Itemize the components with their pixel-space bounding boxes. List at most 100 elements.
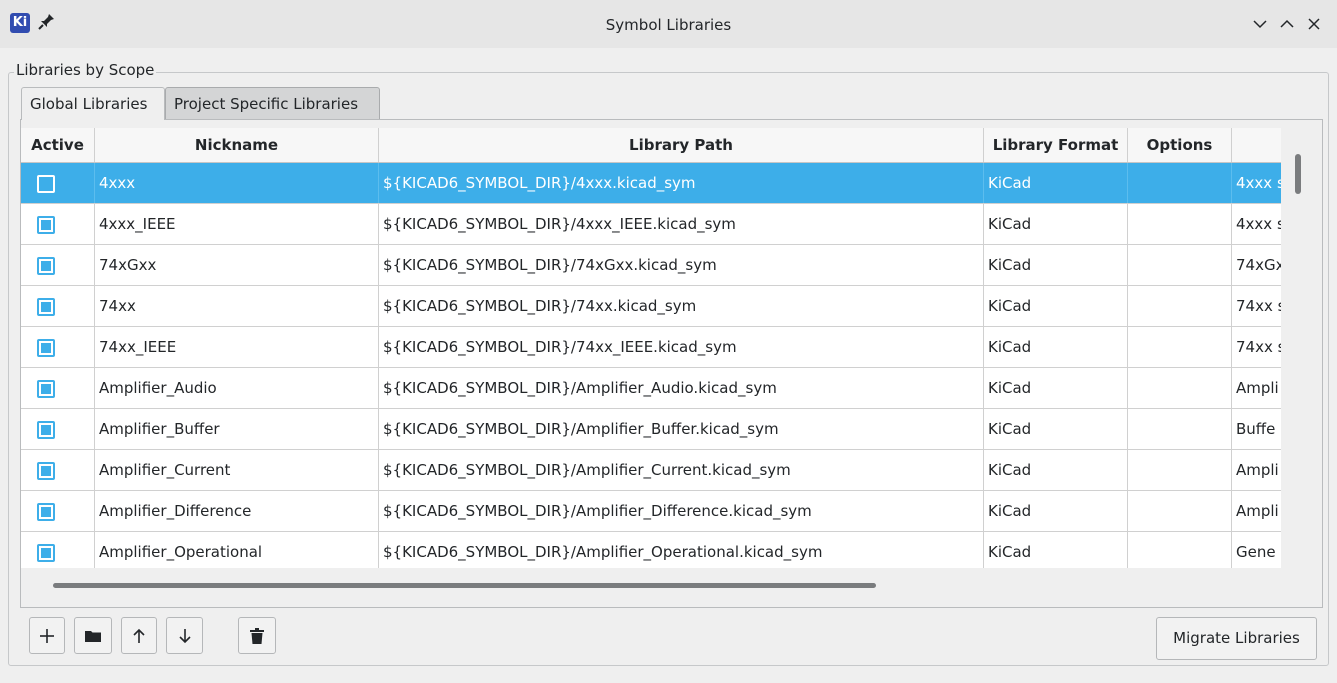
- active-checkbox[interactable]: [37, 339, 55, 357]
- active-checkbox[interactable]: [37, 544, 55, 562]
- cell-options[interactable]: [1128, 450, 1232, 490]
- cell-library-path[interactable]: ${KICAD6_SYMBOL_DIR}/4xxx.kicad_sym: [379, 163, 984, 203]
- cell-options[interactable]: [1128, 204, 1232, 244]
- cell-active: [21, 327, 95, 367]
- group-label: Libraries by Scope: [14, 61, 157, 79]
- column-header-active[interactable]: Active: [21, 128, 95, 162]
- cell-library-path[interactable]: ${KICAD6_SYMBOL_DIR}/74xx.kicad_sym: [379, 286, 984, 326]
- cell-description[interactable]: Buffe: [1232, 409, 1281, 449]
- browse-library-button[interactable]: [74, 617, 112, 654]
- vertical-scrollbar[interactable]: [1295, 154, 1301, 194]
- table-row[interactable]: 74xx_IEEE ${KICAD6_SYMBOL_DIR}/74xx_IEEE.…: [21, 327, 1281, 368]
- active-checkbox[interactable]: [37, 462, 55, 480]
- table-row[interactable]: Amplifier_Operational ${KICAD6_SYMBOL_DIR…: [21, 532, 1281, 568]
- cell-nickname[interactable]: 4xxx_IEEE: [95, 204, 379, 244]
- move-down-button[interactable]: [166, 617, 203, 654]
- cell-library-format[interactable]: KiCad: [984, 204, 1128, 244]
- active-checkbox[interactable]: [37, 298, 55, 316]
- cell-nickname[interactable]: 74xGxx: [95, 245, 379, 285]
- library-table: Active Nickname Library Path Library For…: [21, 128, 1281, 568]
- table-header: Active Nickname Library Path Library For…: [21, 128, 1281, 163]
- column-header-library-format[interactable]: Library Format: [984, 128, 1128, 162]
- cell-description[interactable]: Ampli: [1232, 368, 1281, 408]
- cell-description[interactable]: 74xx s: [1232, 286, 1281, 326]
- cell-library-path[interactable]: ${KICAD6_SYMBOL_DIR}/Amplifier_Differenc…: [379, 491, 984, 531]
- table-row[interactable]: Amplifier_Difference ${KICAD6_SYMBOL_DIR}…: [21, 491, 1281, 532]
- cell-nickname[interactable]: 74xx_IEEE: [95, 327, 379, 367]
- cell-description[interactable]: 74xGx: [1232, 245, 1281, 285]
- cell-nickname[interactable]: Amplifier_Operational: [95, 532, 379, 568]
- cell-options[interactable]: [1128, 491, 1232, 531]
- cell-active: [21, 409, 95, 449]
- cell-library-path[interactable]: ${KICAD6_SYMBOL_DIR}/Amplifier_Buffer.ki…: [379, 409, 984, 449]
- cell-description[interactable]: 74xx s: [1232, 327, 1281, 367]
- column-header-options[interactable]: Options: [1128, 128, 1232, 162]
- cell-options[interactable]: [1128, 532, 1232, 568]
- cell-active: [21, 163, 95, 203]
- table-row[interactable]: Amplifier_Buffer ${KICAD6_SYMBOL_DIR}/Amp…: [21, 409, 1281, 450]
- cell-library-format[interactable]: KiCad: [984, 491, 1128, 531]
- cell-active: [21, 204, 95, 244]
- cell-description[interactable]: Ampli: [1232, 450, 1281, 490]
- cell-library-format[interactable]: KiCad: [984, 450, 1128, 490]
- cell-options[interactable]: [1128, 245, 1232, 285]
- move-up-button[interactable]: [121, 617, 157, 654]
- cell-options[interactable]: [1128, 368, 1232, 408]
- active-checkbox[interactable]: [37, 216, 55, 234]
- cell-library-path[interactable]: ${KICAD6_SYMBOL_DIR}/Amplifier_Current.k…: [379, 450, 984, 490]
- cell-library-format[interactable]: KiCad: [984, 532, 1128, 568]
- active-checkbox[interactable]: [37, 503, 55, 521]
- cell-library-path[interactable]: ${KICAD6_SYMBOL_DIR}/4xxx_IEEE.kicad_sym: [379, 204, 984, 244]
- cell-options[interactable]: [1128, 286, 1232, 326]
- cell-options[interactable]: [1128, 327, 1232, 367]
- remove-library-button[interactable]: [238, 617, 276, 654]
- cell-nickname[interactable]: Amplifier_Current: [95, 450, 379, 490]
- cell-nickname[interactable]: 4xxx: [95, 163, 379, 203]
- table-row[interactable]: 4xxx ${KICAD6_SYMBOL_DIR}/4xxx.kicad_sym K…: [21, 163, 1281, 204]
- active-checkbox[interactable]: [37, 175, 55, 193]
- active-checkbox[interactable]: [37, 421, 55, 439]
- cell-description[interactable]: Gene: [1232, 532, 1281, 568]
- cell-nickname[interactable]: Amplifier_Audio: [95, 368, 379, 408]
- cell-active: [21, 245, 95, 285]
- column-header-description[interactable]: [1232, 128, 1281, 162]
- cell-library-format[interactable]: KiCad: [984, 368, 1128, 408]
- cell-library-path[interactable]: ${KICAD6_SYMBOL_DIR}/74xx_IEEE.kicad_sym: [379, 327, 984, 367]
- cell-library-format[interactable]: KiCad: [984, 327, 1128, 367]
- maximize-icon[interactable]: [1277, 14, 1297, 34]
- cell-nickname[interactable]: Amplifier_Buffer: [95, 409, 379, 449]
- tab-project-specific-libraries[interactable]: Project Specific Libraries: [165, 87, 380, 120]
- cell-library-format[interactable]: KiCad: [984, 163, 1128, 203]
- active-checkbox[interactable]: [37, 380, 55, 398]
- table-row[interactable]: Amplifier_Audio ${KICAD6_SYMBOL_DIR}/Ampl…: [21, 368, 1281, 409]
- window-title: Symbol Libraries: [605, 16, 732, 34]
- cell-nickname[interactable]: 74xx: [95, 286, 379, 326]
- cell-options[interactable]: [1128, 409, 1232, 449]
- migrate-libraries-button[interactable]: Migrate Libraries: [1156, 617, 1317, 660]
- cell-description[interactable]: 4xxx s: [1232, 204, 1281, 244]
- trash-icon: [250, 627, 264, 644]
- table-row[interactable]: 74xGxx ${KICAD6_SYMBOL_DIR}/74xGxx.kicad_…: [21, 245, 1281, 286]
- cell-library-format[interactable]: KiCad: [984, 286, 1128, 326]
- cell-description[interactable]: 4xxx s: [1232, 163, 1281, 203]
- cell-nickname[interactable]: Amplifier_Difference: [95, 491, 379, 531]
- cell-library-path[interactable]: ${KICAD6_SYMBOL_DIR}/74xGxx.kicad_sym: [379, 245, 984, 285]
- table-row[interactable]: 74xx ${KICAD6_SYMBOL_DIR}/74xx.kicad_sym K…: [21, 286, 1281, 327]
- tab-global-libraries[interactable]: Global Libraries: [21, 87, 165, 120]
- column-header-nickname[interactable]: Nickname: [95, 128, 379, 162]
- table-row[interactable]: Amplifier_Current ${KICAD6_SYMBOL_DIR}/Am…: [21, 450, 1281, 491]
- cell-library-format[interactable]: KiCad: [984, 409, 1128, 449]
- cell-library-path[interactable]: ${KICAD6_SYMBOL_DIR}/Amplifier_Operation…: [379, 532, 984, 568]
- cell-options[interactable]: [1128, 163, 1232, 203]
- minimize-icon[interactable]: [1250, 14, 1270, 34]
- active-checkbox[interactable]: [37, 257, 55, 275]
- cell-library-path[interactable]: ${KICAD6_SYMBOL_DIR}/Amplifier_Audio.kic…: [379, 368, 984, 408]
- close-icon[interactable]: [1304, 14, 1324, 34]
- column-header-library-path[interactable]: Library Path: [379, 128, 984, 162]
- cell-description[interactable]: Ampli: [1232, 491, 1281, 531]
- cell-library-format[interactable]: KiCad: [984, 245, 1128, 285]
- add-library-button[interactable]: [29, 617, 65, 654]
- horizontal-scrollbar[interactable]: [53, 583, 876, 588]
- table-row[interactable]: 4xxx_IEEE ${KICAD6_SYMBOL_DIR}/4xxx_IEEE.…: [21, 204, 1281, 245]
- folder-icon: [85, 630, 101, 642]
